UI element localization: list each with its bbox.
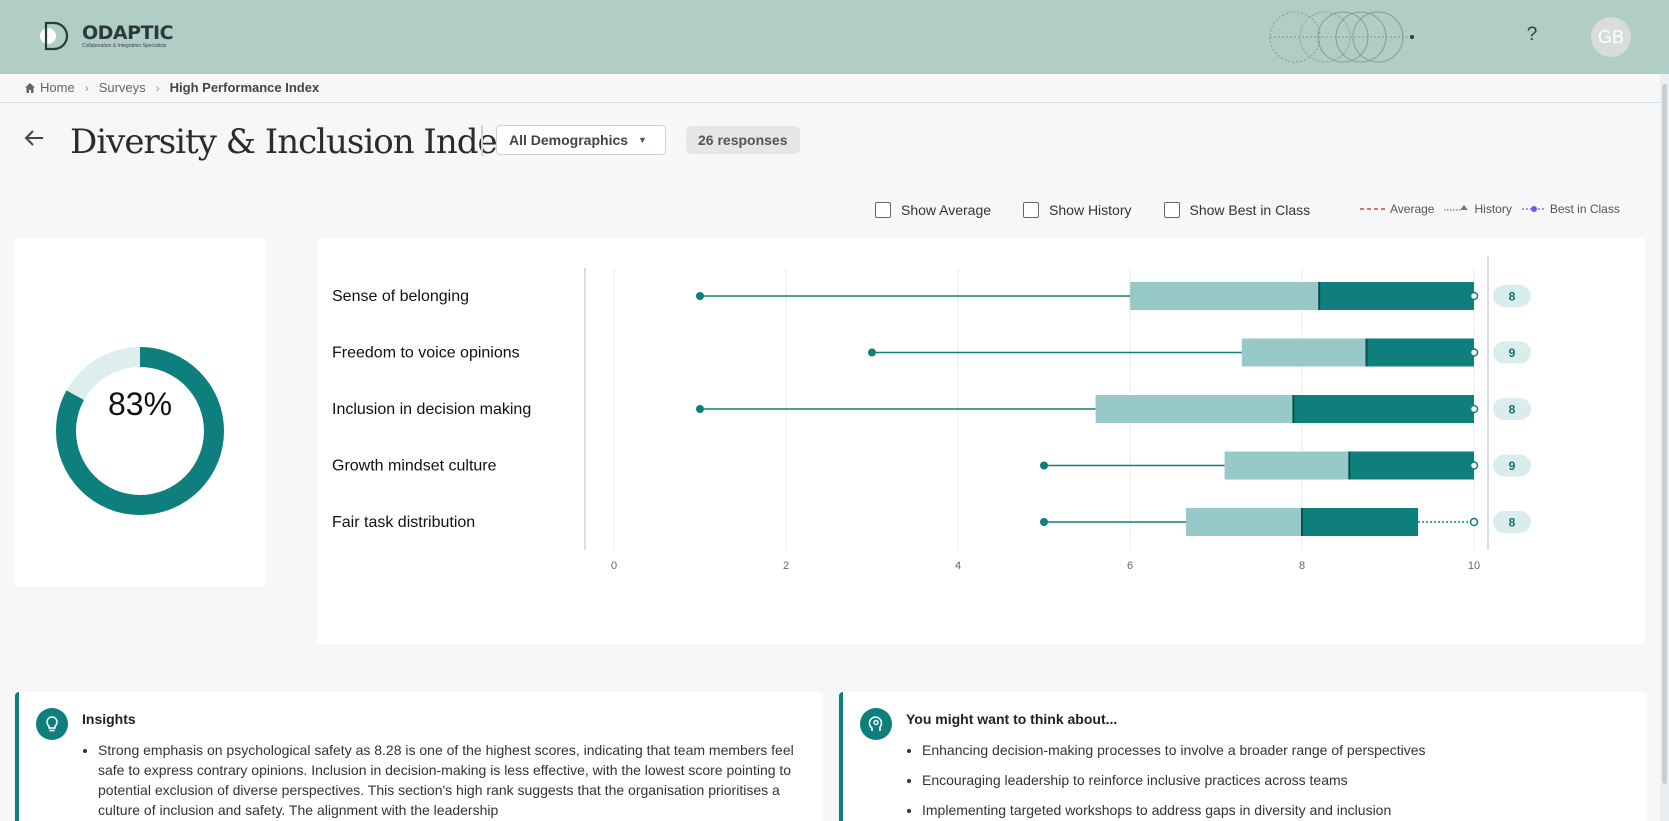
think-item: Implementing targeted workshops to addre… (922, 800, 1622, 820)
demographics-dropdown-value: All Demographics (509, 132, 629, 148)
lower-range-bar (1241, 338, 1367, 367)
show-average-checkbox[interactable] (875, 202, 891, 218)
help-button[interactable]: ? (1520, 24, 1544, 46)
brand-logo[interactable]: ODAPTIC Collaboration & Integration Spec… (36, 20, 174, 52)
brand-name: ODAPTIC (82, 22, 174, 44)
think-item: Encouraging leadership to reinforce incl… (922, 770, 1622, 790)
value-label: 8 (1509, 403, 1516, 417)
show-history-toggle[interactable]: Show History (1023, 202, 1132, 218)
breadcrumb-current: High Performance Index (169, 80, 320, 95)
min-point (1040, 518, 1048, 526)
category-label: Inclusion in decision making (332, 401, 531, 418)
chevron-right-icon: › (84, 80, 89, 95)
show-average-toggle[interactable]: Show Average (875, 202, 991, 218)
category-label: Fair task distribution (332, 514, 475, 531)
chevron-right-icon: › (155, 80, 160, 95)
scrollbar[interactable] (1660, 74, 1669, 821)
insights-list: Strong emphasis on psychological safety … (98, 740, 798, 820)
legend-average: Average (1360, 202, 1434, 216)
breadcrumb: Home › Surveys › High Performance Index (24, 80, 319, 95)
show-history-checkbox[interactable] (1023, 202, 1040, 218)
think-title: You might want to think about... (906, 711, 1118, 727)
value-label: 9 (1509, 346, 1516, 360)
best-line-icon (1521, 206, 1546, 212)
legend-best: Best in Class (1521, 202, 1620, 216)
divider (481, 126, 483, 156)
legend-history-label: History (1474, 202, 1512, 216)
max-point (1469, 461, 1479, 470)
show-best-toggle[interactable]: Show Best in Class (1163, 202, 1311, 218)
max-point (1469, 348, 1479, 357)
think-item: Enhancing decision-making processes to i… (922, 740, 1622, 760)
logo-mark-icon (36, 20, 76, 52)
min-point (868, 348, 876, 357)
x-tick-label: 4 (955, 560, 961, 572)
value-label: 8 (1509, 516, 1516, 530)
breadcrumb-surveys[interactable]: Surveys (99, 80, 146, 95)
head-idea-icon (860, 708, 892, 740)
upper-range-bar (1293, 395, 1474, 423)
insight-item: Strong emphasis on psychological safety … (98, 740, 798, 820)
x-tick-label: 8 (1299, 560, 1305, 572)
scrollbar-thumb[interactable] (1662, 84, 1667, 784)
legend-history: History (1444, 202, 1512, 216)
show-best-checkbox[interactable] (1163, 202, 1180, 218)
lower-range-bar (1130, 282, 1320, 310)
lightbulb-icon (36, 708, 68, 740)
upper-range-bar (1319, 282, 1474, 310)
lower-range-bar (1224, 451, 1350, 480)
decorative-circles-graphic (1269, 11, 1414, 63)
show-best-label: Show Best in Class (1189, 202, 1311, 218)
overall-score-card: 83% (15, 238, 265, 587)
think-list: Enhancing decision-making processes to i… (922, 740, 1622, 821)
min-point (696, 405, 704, 413)
top-bar: ODAPTIC Collaboration & Integration Spec… (0, 0, 1669, 74)
caret-down-icon: ▼ (638, 135, 647, 145)
max-point (1469, 517, 1479, 527)
category-label: Freedom to voice opinions (332, 345, 520, 362)
chart-toggles: Show Average Show History Show Best in C… (875, 202, 1310, 218)
x-tick-label: 10 (1468, 560, 1480, 572)
value-label: 8 (1509, 290, 1516, 304)
back-arrow-icon[interactable] (24, 128, 44, 150)
home-icon (25, 82, 35, 93)
lower-range-bar (1185, 508, 1302, 536)
brand-tagline: Collaboration & Integration Specialists (82, 43, 167, 49)
show-average-label: Show Average (901, 202, 992, 218)
breadcrumb-home[interactable]: Home (40, 80, 75, 95)
user-avatar[interactable]: GB (1591, 17, 1631, 57)
chart-legend: Average History Best in Class (1360, 202, 1620, 216)
history-line-icon (1444, 205, 1469, 211)
upper-range-bar (1349, 451, 1474, 480)
value-label: 9 (1509, 459, 1516, 473)
lower-range-bar (1095, 395, 1294, 423)
show-history-label: Show History (1049, 202, 1132, 218)
score-percent: 83% (107, 386, 173, 422)
insights-title: Insights (82, 711, 136, 727)
insights-panel: Insights Strong emphasis on psychologica… (15, 692, 823, 821)
upper-range-bar (1366, 338, 1474, 367)
divider (0, 102, 1660, 103)
dimension-chart-card: 0 2 4 6 8 10 Sense of belonging 8 Freedom to voi… (317, 238, 1645, 644)
think-about-panel: You might want to think about... Enhanci… (839, 692, 1647, 821)
page-title: Diversity & Inclusion Index (70, 122, 516, 162)
legend-average-label: Average (1390, 202, 1435, 216)
x-tick-label: 2 (783, 560, 789, 572)
x-tick-label: 0 (611, 560, 617, 572)
legend-best-label: Best in Class (1549, 202, 1620, 216)
min-point (1040, 461, 1048, 470)
max-point (1469, 404, 1479, 414)
category-label: Growth mindset culture (332, 458, 497, 475)
max-point (1469, 291, 1479, 301)
x-tick-label: 6 (1127, 560, 1133, 572)
min-point (696, 292, 704, 300)
dashed-line-icon (1360, 208, 1386, 210)
upper-range-bar (1302, 508, 1419, 536)
demographics-dropdown[interactable]: All Demographics ▼ (496, 125, 666, 155)
category-label: Sense of belonging (332, 288, 469, 305)
dimension-range-chart: 0 2 4 6 8 10 Sense of belonging 8 Freedom to voi… (332, 256, 1531, 572)
responses-badge: 26 responses (686, 126, 800, 154)
